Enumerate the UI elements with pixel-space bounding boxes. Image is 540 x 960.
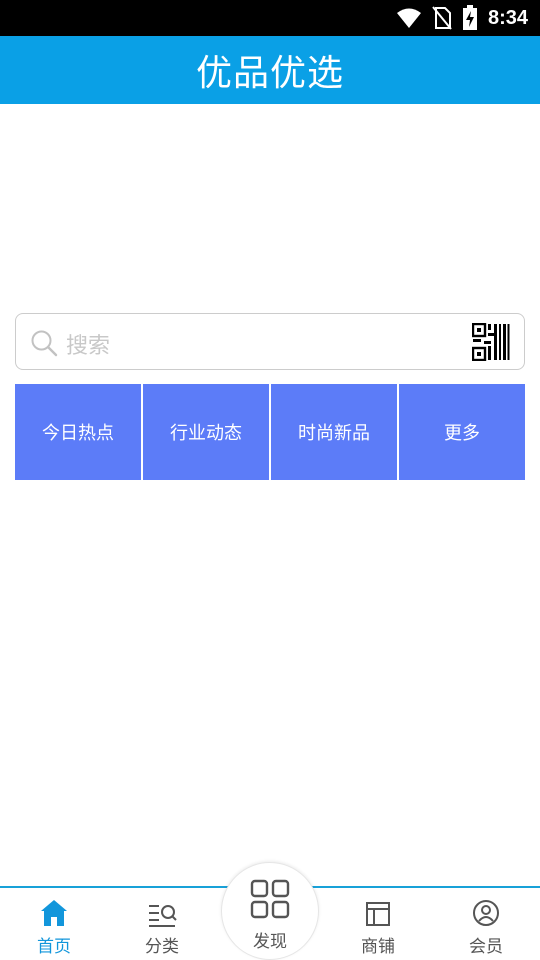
menu-tile-fashion-new[interactable]: 时尚新品 bbox=[271, 384, 397, 480]
home-icon bbox=[41, 900, 67, 926]
status-icons: 8:34 bbox=[396, 0, 528, 36]
menu-tile-industry-news[interactable]: 行业动态 bbox=[143, 384, 269, 480]
tab-member[interactable]: 会员 bbox=[432, 888, 540, 960]
tab-home[interactable]: 首页 bbox=[0, 888, 108, 960]
discover-grid-icon bbox=[250, 879, 290, 919]
tab-shop[interactable]: 商铺 bbox=[324, 888, 432, 960]
tab-member-label: 会员 bbox=[469, 937, 503, 957]
tab-category[interactable]: 分类 bbox=[108, 888, 216, 960]
tab-shop-label: 商铺 bbox=[361, 937, 395, 957]
wifi-icon bbox=[396, 8, 421, 28]
category-icon bbox=[149, 905, 177, 927]
tab-category-label: 分类 bbox=[145, 937, 179, 957]
search-icon bbox=[31, 330, 58, 357]
app-header: 优品优选 bbox=[0, 36, 540, 104]
shop-icon bbox=[366, 902, 390, 926]
tab-discover[interactable]: 发现 bbox=[221, 862, 319, 960]
status-bar: 8:34 bbox=[0, 0, 540, 36]
tab-home-label: 首页 bbox=[37, 937, 71, 957]
status-time: 8:34 bbox=[487, 6, 528, 29]
menu-tile-hot-today[interactable]: 今日热点 bbox=[15, 384, 141, 480]
search-bar[interactable]: 搜索 bbox=[15, 313, 525, 370]
battery-charging-icon bbox=[462, 5, 477, 30]
quick-menu: 今日热点 行业动态 时尚新品 更多 bbox=[15, 384, 525, 480]
menu-tile-more[interactable]: 更多 bbox=[399, 384, 525, 480]
no-sim-icon bbox=[432, 6, 452, 30]
banner-area bbox=[0, 104, 540, 308]
page-title: 优品优选 bbox=[195, 53, 344, 94]
tab-discover-label: 发现 bbox=[253, 932, 287, 952]
search-input[interactable]: 搜索 bbox=[66, 328, 110, 360]
qr-scan-icon[interactable] bbox=[472, 323, 510, 361]
member-icon bbox=[473, 900, 499, 926]
